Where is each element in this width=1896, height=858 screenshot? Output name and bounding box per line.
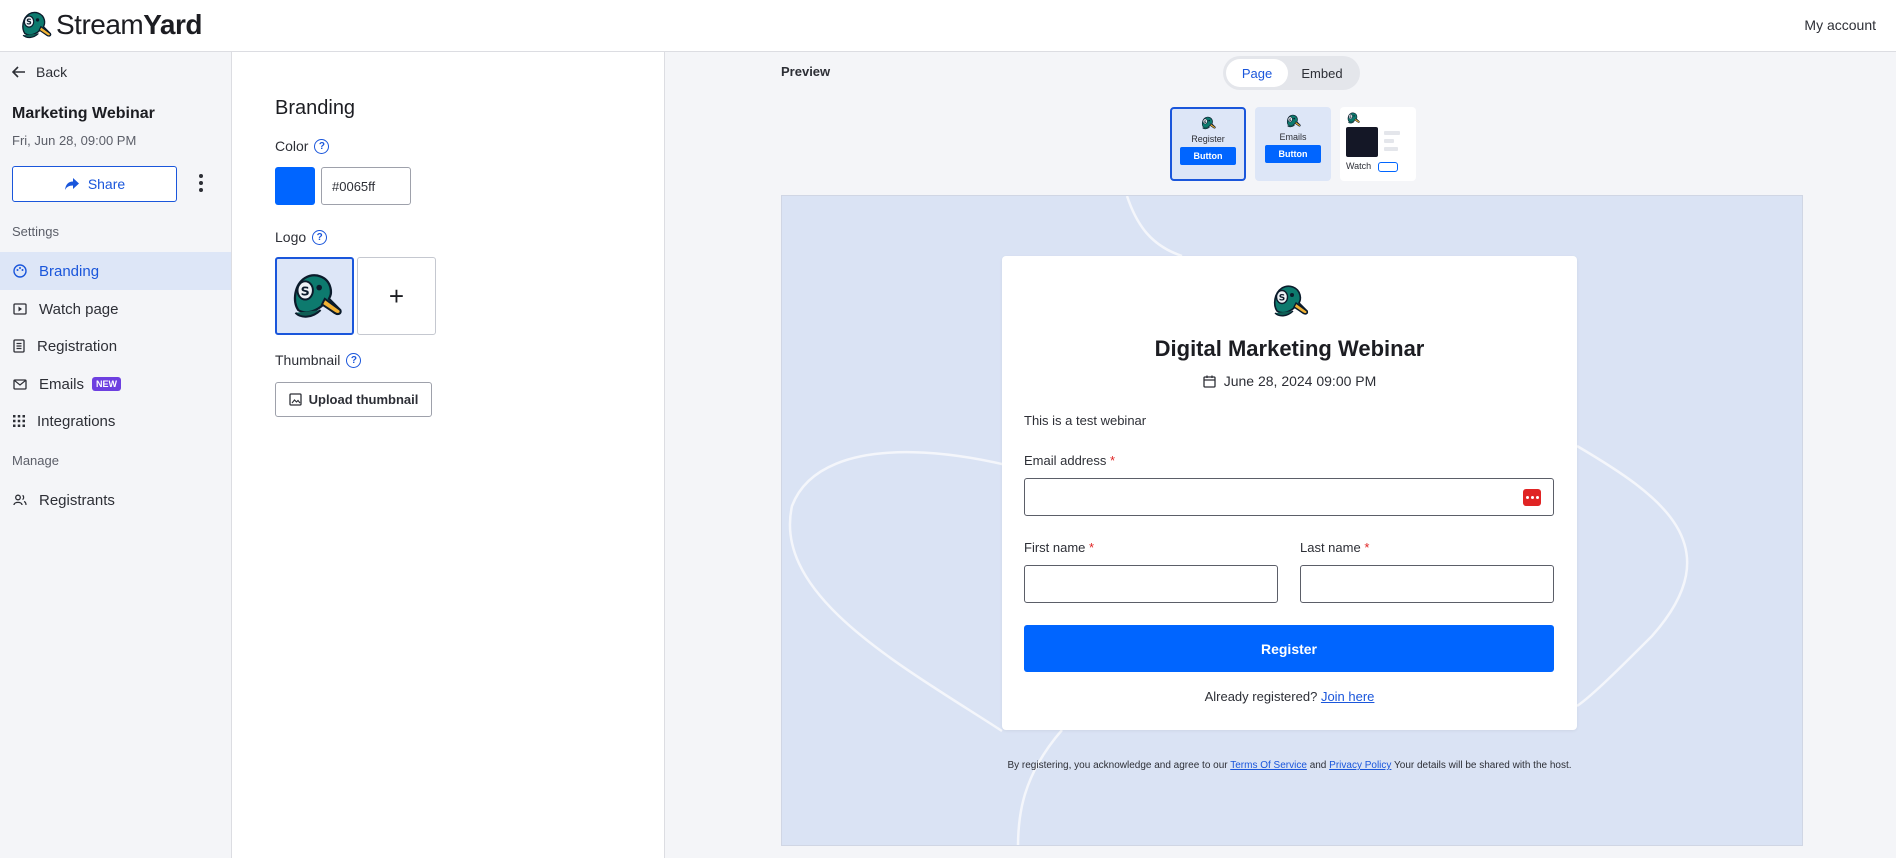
top-header: StreamYard My account bbox=[0, 0, 1896, 52]
event-title: Marketing Webinar bbox=[12, 105, 155, 122]
thumb-button bbox=[1378, 162, 1398, 172]
upload-thumbnail-label: Upload thumbnail bbox=[308, 392, 419, 407]
image-upload-icon bbox=[288, 393, 302, 406]
email-field[interactable] bbox=[1024, 478, 1554, 516]
sidebar-item-branding[interactable]: Branding bbox=[0, 252, 231, 290]
preview-thumb-watch[interactable]: Watch bbox=[1340, 107, 1416, 181]
password-manager-icon[interactable] bbox=[1523, 489, 1541, 506]
thumb-button: Button bbox=[1180, 147, 1236, 165]
register-button[interactable]: Register bbox=[1024, 625, 1554, 672]
sidebar-item-label: Integrations bbox=[37, 412, 116, 430]
terms-of-service-link[interactable]: Terms Of Service bbox=[1230, 760, 1307, 771]
preview-area: Preview Page Embed Register Button Email… bbox=[665, 52, 1896, 858]
duck-logo-icon bbox=[287, 268, 343, 324]
help-icon[interactable]: ? bbox=[346, 352, 362, 368]
tab-embed[interactable]: Embed bbox=[1288, 59, 1356, 87]
webinar-description: This is a test webinar bbox=[1024, 413, 1147, 428]
people-icon bbox=[13, 494, 27, 506]
brand-name: StreamYard bbox=[56, 9, 202, 40]
streamyard-logo[interactable]: StreamYard bbox=[18, 8, 202, 42]
envelope-icon bbox=[13, 378, 27, 390]
preview-mode-toggle: Page Embed bbox=[1223, 56, 1360, 90]
form-list-icon bbox=[13, 339, 25, 353]
sidebar: Back Marketing Webinar Fri, Jun 28, 09:0… bbox=[0, 52, 232, 858]
first-name-field[interactable] bbox=[1024, 565, 1278, 603]
legal-disclaimer: By registering, you acknowledge and agre… bbox=[1007, 760, 1572, 771]
preview-label: Preview bbox=[781, 64, 831, 79]
duck-logo-icon bbox=[1346, 111, 1360, 125]
logo-field-label: Logo ? bbox=[275, 229, 328, 245]
event-date: Fri, Jun 28, 09:00 PM bbox=[12, 133, 137, 148]
webinar-title: Digital Marketing Webinar bbox=[1154, 336, 1425, 361]
sidebar-item-registrants[interactable]: Registrants bbox=[0, 481, 231, 519]
help-icon[interactable]: ? bbox=[314, 138, 330, 154]
duck-logo-icon bbox=[18, 8, 52, 42]
sidebar-item-emails[interactable]: Emails NEW bbox=[0, 365, 231, 403]
sidebar-item-label: Registrants bbox=[39, 491, 115, 509]
branding-panel: Branding Color ? #0065ff Logo ? + Thumbn… bbox=[232, 52, 665, 858]
thumb-label: Register bbox=[1191, 134, 1225, 144]
palette-icon bbox=[13, 264, 27, 278]
text-line bbox=[1384, 139, 1394, 143]
last-name-label: Last name * bbox=[1300, 540, 1370, 555]
grid-dots-icon bbox=[13, 415, 25, 427]
thumbnail-field-label: Thumbnail ? bbox=[275, 352, 362, 368]
preview-thumb-register[interactable]: Register Button bbox=[1170, 107, 1246, 181]
settings-section-label: Settings bbox=[12, 224, 59, 239]
my-account-link[interactable]: My account bbox=[1804, 17, 1876, 33]
sidebar-item-label: Emails bbox=[39, 375, 85, 393]
registration-page-preview: Digital Marketing Webinar June 28, 2024 … bbox=[781, 195, 1803, 846]
color-hex-input[interactable]: #0065ff bbox=[321, 167, 411, 205]
thumb-label: Watch bbox=[1346, 161, 1372, 171]
sidebar-item-label: Registration bbox=[37, 337, 118, 355]
duck-logo-icon bbox=[1200, 115, 1216, 131]
thumb-label: Emails bbox=[1279, 132, 1307, 142]
add-logo-button[interactable]: + bbox=[357, 257, 436, 335]
first-name-label: First name * bbox=[1024, 540, 1095, 555]
share-button[interactable]: Share bbox=[12, 166, 177, 202]
more-options-icon[interactable] bbox=[194, 172, 208, 194]
color-swatch[interactable] bbox=[275, 167, 315, 205]
sidebar-item-integrations[interactable]: Integrations bbox=[0, 402, 231, 440]
help-icon[interactable]: ? bbox=[312, 229, 328, 245]
upload-thumbnail-button[interactable]: Upload thumbnail bbox=[275, 382, 432, 417]
arrow-left-icon bbox=[12, 66, 25, 78]
back-label: Back bbox=[36, 64, 68, 80]
email-field-label: Email address * bbox=[1024, 453, 1116, 468]
registration-card: Digital Marketing Webinar June 28, 2024 … bbox=[1002, 256, 1577, 730]
tab-page[interactable]: Page bbox=[1226, 59, 1288, 87]
color-field-label: Color ? bbox=[275, 138, 330, 154]
manage-section-label: Manage bbox=[12, 453, 59, 468]
sidebar-item-registration[interactable]: Registration bbox=[0, 327, 231, 365]
text-line bbox=[1384, 131, 1400, 135]
video-placeholder bbox=[1346, 127, 1378, 157]
thumb-button: Button bbox=[1265, 145, 1321, 163]
webinar-date-text: June 28, 2024 09:00 PM bbox=[1223, 373, 1377, 389]
last-name-field[interactable] bbox=[1300, 565, 1554, 603]
duck-logo-icon bbox=[1269, 281, 1309, 321]
duck-logo-icon bbox=[1285, 113, 1301, 129]
already-registered-text: Already registered? Join here bbox=[1204, 689, 1375, 704]
privacy-policy-link[interactable]: Privacy Policy bbox=[1329, 760, 1391, 771]
sidebar-item-label: Watch page bbox=[39, 300, 119, 318]
back-button[interactable]: Back bbox=[12, 64, 67, 80]
play-screen-icon bbox=[13, 303, 27, 315]
preview-thumb-emails[interactable]: Emails Button bbox=[1255, 107, 1331, 181]
join-here-link[interactable]: Join here bbox=[1321, 689, 1374, 704]
calendar-icon bbox=[1203, 375, 1216, 388]
sidebar-item-label: Branding bbox=[39, 262, 100, 280]
text-line bbox=[1384, 147, 1398, 151]
logo-option-selected[interactable] bbox=[275, 257, 354, 335]
sidebar-item-watch-page[interactable]: Watch page bbox=[0, 290, 231, 328]
new-badge: NEW bbox=[92, 377, 122, 391]
page-title: Branding bbox=[275, 97, 356, 119]
webinar-date: June 28, 2024 09:00 PM bbox=[1002, 373, 1577, 389]
share-label: Share bbox=[87, 176, 126, 192]
share-arrow-icon bbox=[64, 178, 79, 190]
